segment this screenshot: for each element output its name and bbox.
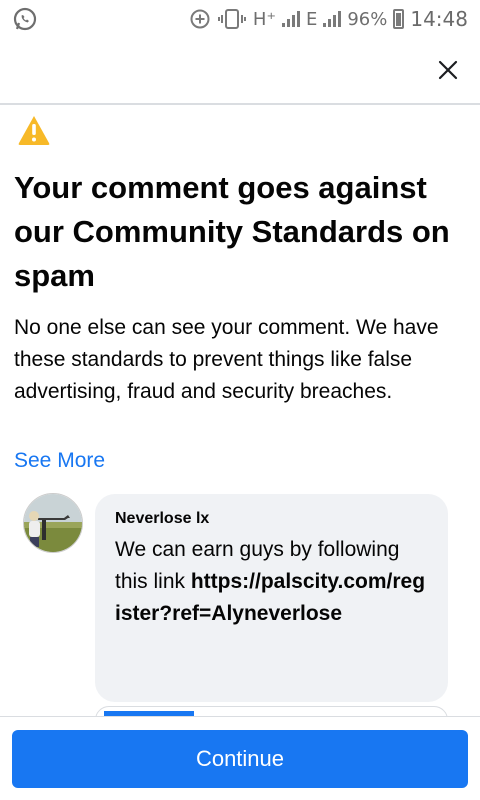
battery-charging-icon [393, 9, 405, 29]
comment-bubble: Neverlose lx We can earn guys by followi… [95, 494, 448, 702]
see-more-link[interactable]: See More [14, 446, 105, 476]
avatar [23, 493, 83, 553]
header-divider [0, 103, 480, 105]
battery-percent: 96% [347, 8, 388, 30]
close-icon[interactable] [434, 56, 462, 84]
signal-icon [281, 11, 300, 27]
vibrate-icon [217, 9, 246, 29]
avatar-photo [24, 494, 82, 552]
comment-text: We can earn guys by following this link … [115, 534, 428, 630]
data-saver-icon [190, 9, 210, 29]
signal-icon-2 [323, 11, 342, 27]
network-type-2: E [305, 8, 318, 30]
notice-description: No one else can see your comment. We hav… [14, 316, 439, 403]
footer-divider [0, 716, 480, 717]
warning-icon [18, 116, 50, 145]
status-indicators: H⁺ E 96% 14:48 [189, 6, 468, 32]
whatsapp-icon [13, 7, 37, 31]
comment-author[interactable]: Neverlose lx [115, 508, 428, 530]
clock: 14:48 [410, 7, 468, 31]
network-type-1: H⁺ [252, 8, 276, 30]
notice-title: Your comment goes against our Community … [14, 170, 450, 293]
continue-button[interactable]: Continue [12, 730, 468, 788]
status-bar: H⁺ E 96% 14:48 [0, 0, 480, 38]
